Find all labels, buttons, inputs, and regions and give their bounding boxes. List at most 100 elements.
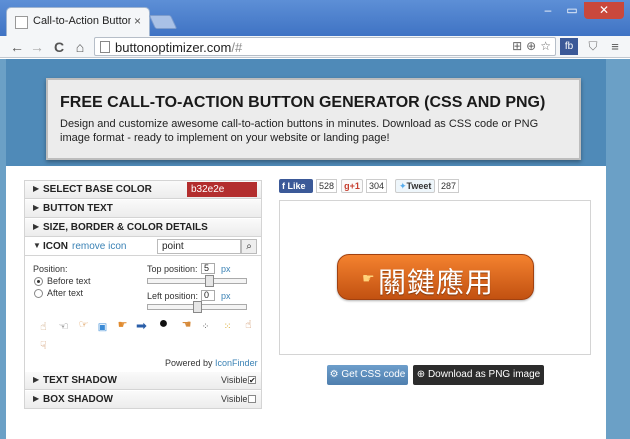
tweet-button[interactable]: ✦Tweet	[395, 179, 435, 193]
close-window-button[interactable]: ✕	[584, 2, 624, 19]
chevron-right-icon: ▶	[33, 184, 40, 193]
banner-box: FREE CALL-TO-ACTION BUTTON GENERATOR (CS…	[46, 78, 581, 160]
zoom-icon[interactable]: ⊕	[526, 39, 536, 53]
remove-icon-link[interactable]: remove icon	[72, 241, 126, 252]
button-preview-area: ☛ 關鍵應用	[279, 200, 591, 355]
position-label: Position:	[33, 264, 68, 274]
iconfinder-link[interactable]: IconFinder	[215, 358, 258, 368]
section-label: TEXT SHADOW	[43, 375, 117, 386]
left-position-input[interactable]: 0	[201, 290, 215, 301]
header-banner: FREE CALL-TO-ACTION BUTTON GENERATOR (CS…	[6, 59, 606, 166]
page-title: FREE CALL-TO-ACTION BUTTON GENERATOR (CS…	[60, 94, 546, 111]
finger-down-icon[interactable]: ☟	[37, 340, 50, 353]
tab-title: Call-to-Action Button Ge	[33, 15, 131, 27]
icon-search-input[interactable]: point	[157, 239, 241, 254]
chevron-right-icon: ▶	[33, 222, 40, 231]
twitter-bird-icon: ✦	[399, 181, 407, 191]
finger-point-icon[interactable]: ☛	[116, 319, 129, 332]
box-shadow-visible-checkbox[interactable]	[248, 395, 256, 403]
settings-panel: ▶ SELECT BASE COLOR b32e2e ▶ BUTTON TEXT…	[24, 180, 262, 409]
css-icon: ⚙	[329, 369, 342, 380]
top-position-unit: px	[221, 264, 231, 274]
after-text-label: After text	[47, 288, 84, 298]
before-text-radio[interactable]	[34, 277, 43, 286]
base-color-input[interactable]: b32e2e	[187, 182, 257, 197]
get-css-label: Get CSS code	[341, 369, 406, 380]
black-circle-icon[interactable]: ●	[157, 316, 170, 332]
slider-handle[interactable]	[193, 301, 202, 313]
chevron-right-icon: ▶	[33, 394, 40, 403]
left-position-unit: px	[221, 291, 231, 301]
section-label: SIZE, BORDER & COLOR DETAILS	[43, 222, 208, 233]
hand-point-icon[interactable]: ☞	[77, 319, 90, 332]
grid-pointer-icon[interactable]: ⁙	[221, 320, 234, 333]
chevron-right-icon: ▶	[33, 203, 40, 212]
browser-titlebar: Call-to-Action Button Ge × – ▭ ✕	[0, 0, 630, 36]
facebook-like-label: Like	[287, 181, 306, 191]
google-plus-count: 304	[366, 179, 388, 193]
tab-close-icon[interactable]: ×	[134, 14, 141, 28]
section-button-text[interactable]: ▶ BUTTON TEXT	[25, 200, 261, 218]
top-position-slider[interactable]	[147, 275, 247, 287]
left-position-label: Left position:	[147, 291, 199, 301]
search-icon[interactable]: ⌕	[241, 239, 257, 254]
page-favicon-icon	[15, 16, 28, 29]
get-css-code-button[interactable]: ⚙ Get CSS code	[327, 365, 408, 385]
powered-by-label: Powered by	[165, 358, 213, 368]
tweet-count: 287	[438, 179, 460, 193]
small-hand-icon[interactable]: ☝	[242, 319, 255, 332]
page-side-rail	[606, 166, 630, 439]
text-shadow-visible-checkbox[interactable]: ✔	[248, 376, 256, 385]
new-tab-button[interactable]	[148, 15, 178, 29]
menu-icon[interactable]: ≡	[606, 38, 624, 55]
url-host: buttonoptimizer.com	[115, 40, 232, 55]
pointing-hand-icon[interactable]: ☝	[37, 321, 50, 334]
cursor-hand-icon[interactable]: ☜	[57, 321, 70, 334]
facebook-like-count: 528	[316, 179, 338, 193]
visible-label: Visible	[221, 375, 248, 385]
image-pointer-icon[interactable]: ▣	[96, 321, 109, 334]
section-base-color[interactable]: ▶ SELECT BASE COLOR b32e2e	[25, 181, 261, 199]
maximize-button[interactable]: ▭	[560, 2, 584, 19]
arrow-right-icon[interactable]: ➡	[135, 319, 148, 332]
facebook-like-button[interactable]: f Like	[279, 179, 313, 193]
home-button[interactable]: ⌂	[71, 38, 89, 56]
back-button[interactable]: ←	[8, 38, 26, 56]
section-size-border-color[interactable]: ▶ SIZE, BORDER & COLOR DETAILS	[25, 219, 261, 237]
icon-label: ICON	[43, 241, 68, 252]
section-label: BUTTON TEXT	[43, 203, 113, 214]
section-icon[interactable]: ▼ ICON remove icon point ⌕	[25, 238, 261, 256]
after-text-radio[interactable]	[34, 289, 43, 298]
before-text-label: Before text	[47, 276, 91, 286]
section-box-shadow[interactable]: ▶ BOX SHADOW Visible	[25, 391, 261, 409]
top-position-input[interactable]: 5	[201, 263, 215, 274]
section-label: BOX SHADOW	[43, 394, 113, 405]
visible-label: Visible	[221, 394, 248, 404]
address-bar[interactable]: buttonoptimizer.com/# ⊞ ⊕ ☆	[94, 37, 556, 56]
download-png-button[interactable]: ⊕ Download as PNG image	[413, 365, 544, 385]
browser-toolbar: ← → C ⌂ buttonoptimizer.com/# ⊞ ⊕ ☆ fb ⛉…	[0, 36, 630, 58]
browser-tab[interactable]: Call-to-Action Button Ge ×	[6, 7, 150, 36]
google-plus-button[interactable]: g+1	[341, 179, 363, 193]
translate-icon[interactable]: ⊞	[512, 39, 522, 53]
cta-button-text: 關鍵應用	[378, 266, 495, 299]
forward-button[interactable]: →	[28, 38, 46, 56]
hand-tap-icon[interactable]: ☚	[180, 319, 193, 332]
powered-by: Powered by IconFinder	[165, 358, 258, 368]
cta-button-preview[interactable]: ☛ 關鍵應用	[337, 254, 534, 300]
shield-extension-icon[interactable]: ⛉	[584, 38, 602, 55]
section-label: SELECT BASE COLOR	[43, 184, 152, 195]
dots-pointer-icon[interactable]: ⁘	[199, 320, 212, 333]
facebook-extension-icon[interactable]: fb	[560, 38, 578, 55]
section-text-shadow[interactable]: ▶ TEXT SHADOW Visible ✔	[25, 372, 261, 390]
minimize-button[interactable]: –	[536, 2, 560, 19]
section-label: ICON remove icon	[43, 241, 126, 252]
page-icon	[100, 41, 110, 53]
tweet-label: Tweet	[406, 181, 432, 191]
slider-handle[interactable]	[205, 275, 214, 287]
reload-button[interactable]: C	[50, 38, 68, 56]
bookmark-star-icon[interactable]: ☆	[540, 39, 551, 53]
finger-point-icon: ☛	[362, 270, 375, 286]
download-png-label: Download as PNG image	[427, 369, 541, 380]
left-position-slider[interactable]	[147, 301, 247, 313]
